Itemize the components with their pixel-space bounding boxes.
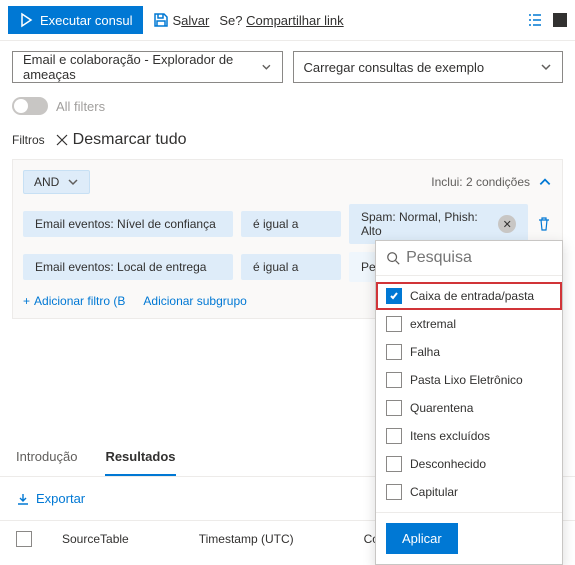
dropdown-option[interactable]: Caixa de entrada/pasta [376,282,562,310]
option-label: Falha [410,345,440,359]
all-filters-toggle[interactable] [12,97,48,115]
filters-header: Filtros Desmarcar tudo [0,125,575,159]
search-input[interactable] [406,249,552,267]
run-query-button[interactable]: Executar consul [8,6,143,34]
value-dropdown: Caixa de entrada/pasta extremal Falha Pasta… [375,240,563,565]
column-header[interactable]: Timestamp (UTC) [199,532,294,546]
clear-all-button[interactable]: Desmarcar tudo [55,131,187,149]
tab-intro[interactable]: Introdução [16,439,77,476]
field-pill[interactable]: Email eventos: Local de entrega [23,254,233,280]
all-filters-label: All filters [56,99,105,114]
scope-row: Email e colaboração - Explorador de amea… [0,41,575,93]
chevron-down-icon [261,61,272,73]
operator-pill[interactable]: é igual a [241,211,341,237]
chevron-up-icon[interactable] [538,175,552,189]
tab-results[interactable]: Resultados [105,439,175,476]
checkbox[interactable] [386,456,402,472]
dropdown-option[interactable]: Pasta Lixo Eletrônico [376,366,562,394]
panel-icon[interactable] [553,13,567,27]
run-label: Executar consul [40,13,133,28]
checkbox[interactable] [386,428,402,444]
operator-pill[interactable]: é igual a [241,254,341,280]
option-label: Pasta Lixo Eletrônico [410,373,523,387]
option-label: Itens excluídos [410,429,490,443]
dropdown-option[interactable]: Quarentena [376,394,562,422]
dropdown-option[interactable]: Itens excluídos [376,422,562,450]
checkbox[interactable] [386,400,402,416]
download-icon [16,492,30,506]
dropdown-option[interactable]: extremal [376,310,562,338]
scope-select[interactable]: Email e colaboração - Explorador de amea… [12,51,283,83]
checkbox[interactable] [386,288,402,304]
checkbox[interactable] [386,344,402,360]
logic-operator-select[interactable]: AND [23,170,90,194]
save-button[interactable]: Salvar [153,12,210,28]
dropdown-search [376,241,562,276]
option-label: extremal [410,317,456,331]
delete-icon[interactable] [536,216,552,232]
checkbox[interactable] [386,316,402,332]
list-view-icon[interactable] [527,12,543,28]
option-label: Quarentena [410,401,473,415]
filters-label: Filtros [12,133,45,147]
dropdown-option[interactable]: Falha [376,338,562,366]
chevron-down-icon [540,61,552,73]
save-icon [153,12,169,28]
toolbar: Executar consul Salvar Se? Compartilhar … [0,0,575,41]
option-label: Capitular [410,485,458,499]
play-icon [18,12,34,28]
select-all-checkbox[interactable] [16,531,32,547]
field-pill[interactable]: Email eventos: Nível de confiança [23,211,233,237]
option-label: Caixa de entrada/pasta [410,289,534,303]
load-sample-select[interactable]: Carregar consultas de exemplo [293,51,564,83]
checkbox[interactable] [386,484,402,500]
add-filter-button[interactable]: +Adicionar filtro (B [23,294,125,308]
chevron-down-icon [67,176,79,188]
share-link-button[interactable]: Se? Compartilhar link [219,13,343,28]
checkbox[interactable] [386,372,402,388]
value-pill[interactable]: Spam: Normal, Phish: Alto ✕ [349,204,528,244]
dropdown-option[interactable]: Desconhecido [376,450,562,478]
all-filters-row: All filters [0,93,575,125]
apply-button[interactable]: Aplicar [386,523,458,554]
add-subgroup-button[interactable]: Adicionar subgrupo [143,294,246,308]
option-label: Desconhecido [410,457,486,471]
search-icon [386,250,400,266]
column-header[interactable]: SourceTable [62,532,129,546]
conditions-summary: Inclui: 2 condições [431,175,552,189]
clear-value-icon[interactable]: ✕ [498,215,516,233]
close-icon [55,133,69,147]
condition-row: Email eventos: Nível de confiança é igua… [23,204,552,244]
dropdown-option[interactable]: Capitular [376,478,562,506]
